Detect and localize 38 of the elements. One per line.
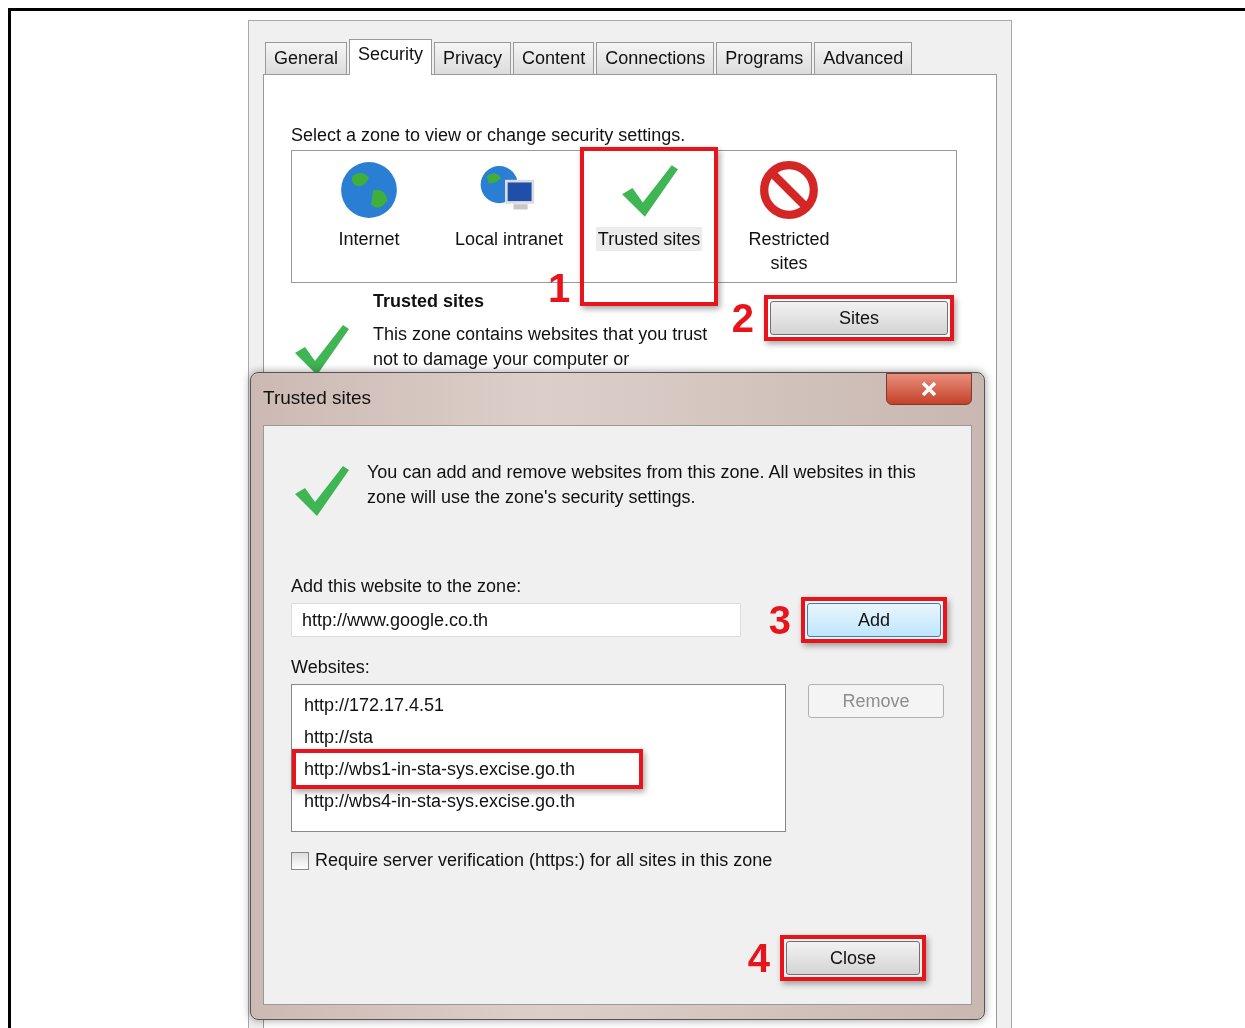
checkbox-label: Require server verification (https:) for all sites in this zone — [315, 850, 773, 871]
close-icon[interactable] — [886, 373, 972, 405]
tab[interactable]: General — [265, 42, 348, 74]
sites-button[interactable]: Sites — [770, 301, 948, 335]
add-button[interactable]: Add — [807, 603, 941, 637]
tab[interactable]: Advanced — [814, 42, 913, 74]
tab[interactable]: Programs — [716, 42, 813, 74]
step-number: 1 — [548, 268, 571, 308]
zone-label: Trusted sites — [595, 227, 703, 251]
prohibited-icon — [758, 159, 820, 221]
zone-item[interactable]: Local intranet — [442, 159, 576, 251]
website-item[interactable]: http://wbs4-in-sta-sys.excise.go.th — [304, 785, 774, 817]
tab[interactable]: Connections — [596, 42, 715, 74]
add-label: Add this website to the zone: — [291, 576, 523, 597]
step-number: 3 — [768, 600, 791, 640]
zone-item[interactable]: Internet — [302, 159, 436, 251]
zone-description: This zone contains websites that you trust not to damage your computer or — [373, 323, 708, 371]
close-button[interactable]: Close — [786, 941, 920, 975]
step-number: 2 — [731, 298, 754, 338]
dialog-title: Trusted sites — [263, 387, 372, 409]
zone-label: Local intranet — [453, 228, 565, 251]
website-item[interactable]: http://172.17.4.51 — [304, 689, 774, 721]
zone-prompt: Select a zone to view or change security settings. — [291, 125, 687, 146]
tab[interactable]: Security — [349, 39, 433, 75]
tab[interactable]: Privacy — [434, 42, 512, 74]
zone-item[interactable]: Trusted sites — [582, 159, 716, 251]
globe-icon — [338, 159, 400, 221]
url-field[interactable]: http://www.google.co.th — [291, 603, 741, 637]
zone-item[interactable]: Restricted sites — [722, 159, 856, 275]
zone-label: Internet — [337, 228, 401, 251]
websites-label: Websites: — [291, 657, 371, 678]
tab[interactable]: Content — [513, 42, 595, 74]
zone-label: Restricted sites — [747, 228, 831, 275]
checkbox[interactable] — [291, 851, 309, 870]
step-number: 4 — [747, 938, 770, 978]
intro-text: You can add and remove websites from this zone. All websites in this zone will use the zone's security settings. — [367, 461, 917, 509]
website-item[interactable]: http://sta — [304, 721, 774, 753]
zone-title: Trusted sites — [373, 291, 486, 312]
